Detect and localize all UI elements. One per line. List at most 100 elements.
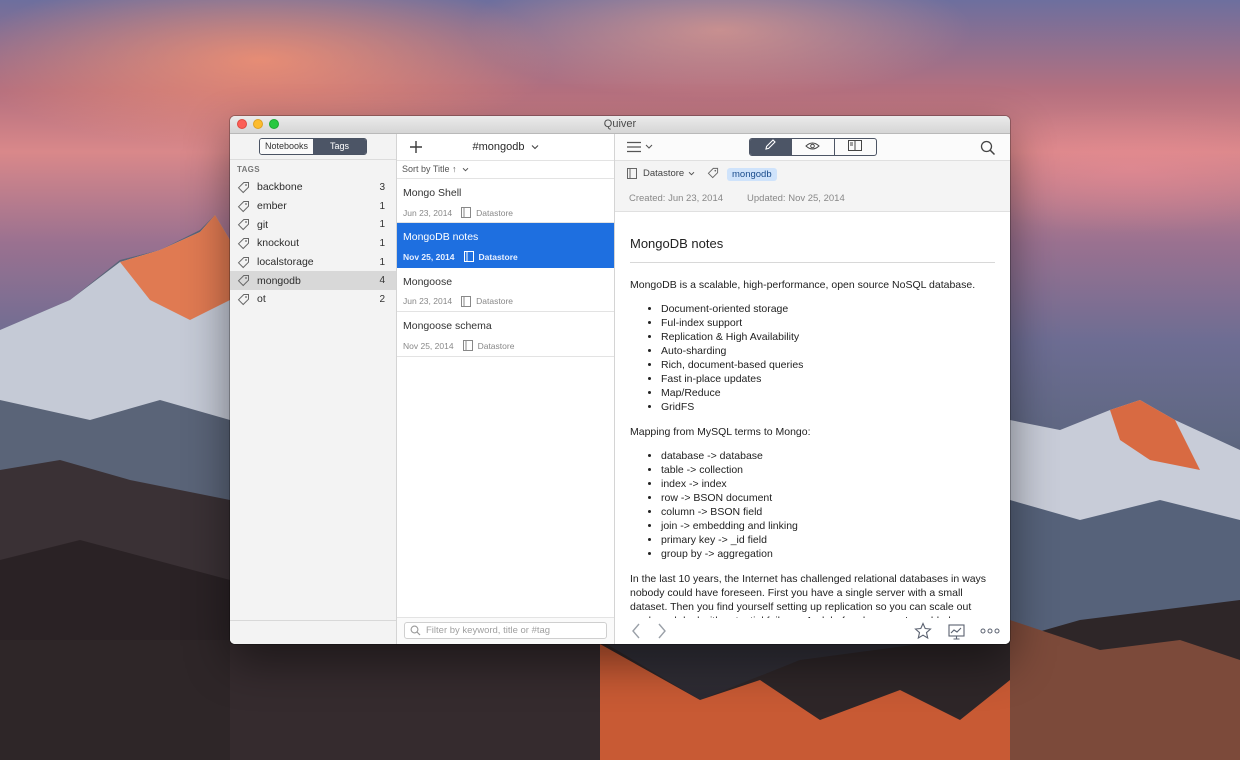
tag-label: mongodb	[257, 274, 301, 287]
intro-paragraph: MongoDB is a scalable, high-performance,…	[630, 279, 976, 291]
tag-label: ember	[257, 200, 287, 213]
split-view-icon	[848, 139, 863, 155]
note-date: Jun 23, 2014	[403, 296, 453, 307]
sidebar-item-ember[interactable]: ember 1	[230, 197, 396, 216]
tags-heading: TAGS	[237, 165, 260, 174]
mapping-heading: Mapping from MySQL terms to Mongo:	[630, 426, 811, 438]
back-arrow-icon[interactable]	[627, 622, 645, 640]
window-controls	[237, 119, 279, 129]
tag-label: knockout	[257, 237, 300, 250]
note-item-mongoose-schema[interactable]: Mongoose schema Nov 25, 2014 Datastore	[397, 312, 614, 357]
note-title: Mongoose schema	[403, 320, 492, 333]
note-date: Nov 25, 2014	[403, 251, 455, 262]
tag-count: 3	[379, 181, 385, 193]
note-content[interactable]: MongoDB notes MongoDB is a scalable, hig…	[615, 211, 1010, 618]
minimize-window-button[interactable]	[253, 119, 263, 129]
tags-segment[interactable]: Tags	[313, 139, 366, 154]
list-item: join -> embedding and linking	[661, 519, 995, 533]
notebook-icon	[463, 251, 474, 263]
features-list: Document-oriented storage Ful-index supp…	[630, 302, 995, 414]
closing-paragraph: In the last 10 years, the Internet has c…	[630, 573, 987, 618]
note-list-title-text: #mongodb	[472, 141, 525, 153]
preview-mode-button[interactable]	[791, 139, 833, 155]
note-dates: Created: Jun 23, 2014 Updated: Nov 25, 2…	[629, 193, 845, 204]
note-meta: Nov 25, 2014 Datastore	[403, 251, 518, 263]
sidebar-item-ot[interactable]: ot 2	[230, 290, 396, 309]
sidebar-item-mongodb[interactable]: mongodb 4	[230, 271, 396, 291]
sidebar-item-knockout[interactable]: knockout 1	[230, 234, 396, 253]
note-meta-bar: Datastore mongodb Created: Jun 23, 2014 …	[615, 161, 1010, 212]
editor: Datastore mongodb Created: Jun 23, 2014 …	[615, 134, 1010, 644]
list-item: GridFS	[661, 400, 995, 414]
list-item: primary key -> _id field	[661, 533, 995, 547]
note-title: MongoDB notes	[403, 231, 479, 244]
quiver-window: Quiver Notebooks Tags TAGS backbone 3 em…	[230, 116, 1010, 644]
chevron-down-icon	[688, 171, 695, 176]
note-list-footer: Filter by keyword, title or #tag	[397, 617, 614, 644]
divider	[230, 159, 396, 160]
maximize-window-button[interactable]	[269, 119, 279, 129]
view-mode-switch	[749, 138, 877, 156]
presentation-icon[interactable]	[947, 622, 965, 640]
split-mode-button[interactable]	[833, 139, 876, 155]
tag-icon	[237, 200, 250, 213]
tag-icon	[237, 256, 250, 269]
note-notebook: Datastore	[477, 340, 515, 351]
sidebar-item-backbone[interactable]: backbone 3	[230, 178, 396, 197]
hamburger-menu-icon[interactable]	[626, 140, 656, 154]
note-meta: Jun 23, 2014 Datastore	[403, 295, 513, 307]
tag-label: backbone	[257, 181, 303, 194]
tag-count: 1	[379, 256, 385, 268]
note-item-mongodb-notes[interactable]: MongoDB notes Nov 25, 2014 Datastore	[397, 223, 614, 268]
mapping-list: database -> database table -> collection…	[630, 449, 995, 561]
close-window-button[interactable]	[237, 119, 247, 129]
note-meta: Nov 25, 2014 Datastore	[403, 340, 515, 352]
window-title: Quiver	[603, 118, 637, 130]
note-item-mongoose[interactable]: Mongoose Jun 23, 2014 Datastore	[397, 268, 614, 313]
tag-icon	[237, 274, 250, 287]
filter-placeholder: Filter by keyword, title or #tag	[426, 625, 551, 636]
pencil-icon	[764, 139, 777, 155]
tag-list: backbone 3 ember 1 git 1 knockout 1 loca…	[230, 178, 396, 309]
tag-icon	[237, 293, 250, 306]
eye-icon	[805, 139, 821, 155]
notebooks-segment[interactable]: Notebooks	[260, 139, 313, 154]
list-item: column -> BSON field	[661, 505, 995, 519]
note-list-title[interactable]: #mongodb	[397, 141, 614, 153]
list-item: Map/Reduce	[661, 386, 995, 400]
note-notebook: Datastore	[476, 207, 514, 218]
notebook-icon	[461, 207, 472, 218]
more-icon[interactable]	[979, 622, 1001, 640]
note-date: Nov 25, 2014	[403, 340, 454, 351]
note-title: Mongoose	[403, 275, 453, 288]
notebook-icon	[462, 340, 473, 352]
list-item: index -> index	[661, 477, 995, 491]
title-bar: Quiver	[230, 116, 1010, 134]
note-list: #mongodb Sort by Title ↑ Mongo Shell Jun…	[397, 134, 615, 644]
note-list-header: #mongodb	[397, 134, 614, 161]
star-icon[interactable]	[914, 622, 932, 640]
updated-date: Updated: Nov 25, 2014	[747, 193, 845, 204]
created-date: Created: Jun 23, 2014	[629, 193, 724, 204]
edit-mode-button[interactable]	[750, 139, 792, 155]
forward-arrow-icon[interactable]	[653, 622, 671, 640]
editor-toolbar	[615, 134, 1010, 161]
sidebar-item-localstorage[interactable]: localstorage 1	[230, 253, 396, 272]
sidebar-item-git[interactable]: git 1	[230, 215, 396, 234]
notebook-name: Datastore	[643, 168, 685, 179]
list-item: Ful-index support	[661, 316, 995, 330]
notebook-icon	[627, 168, 637, 179]
notebook-selector[interactable]: Datastore	[627, 168, 695, 179]
list-item: Document-oriented storage	[661, 302, 995, 316]
tag-icon	[237, 237, 250, 250]
note-item-mongo-shell[interactable]: Mongo Shell Jun 23, 2014 Datastore	[397, 179, 614, 224]
sort-control[interactable]: Sort by Title ↑	[397, 161, 614, 179]
list-item: row -> BSON document	[661, 491, 995, 505]
note-title: Mongo Shell	[403, 187, 462, 199]
search-icon[interactable]	[980, 140, 996, 156]
list-item: Rich, document-based queries	[661, 358, 995, 372]
filter-input[interactable]: Filter by keyword, title or #tag	[404, 622, 607, 639]
tag-chip-mongodb[interactable]: mongodb	[727, 168, 777, 181]
tag-icon	[707, 167, 719, 179]
tag-label: git	[257, 218, 269, 231]
